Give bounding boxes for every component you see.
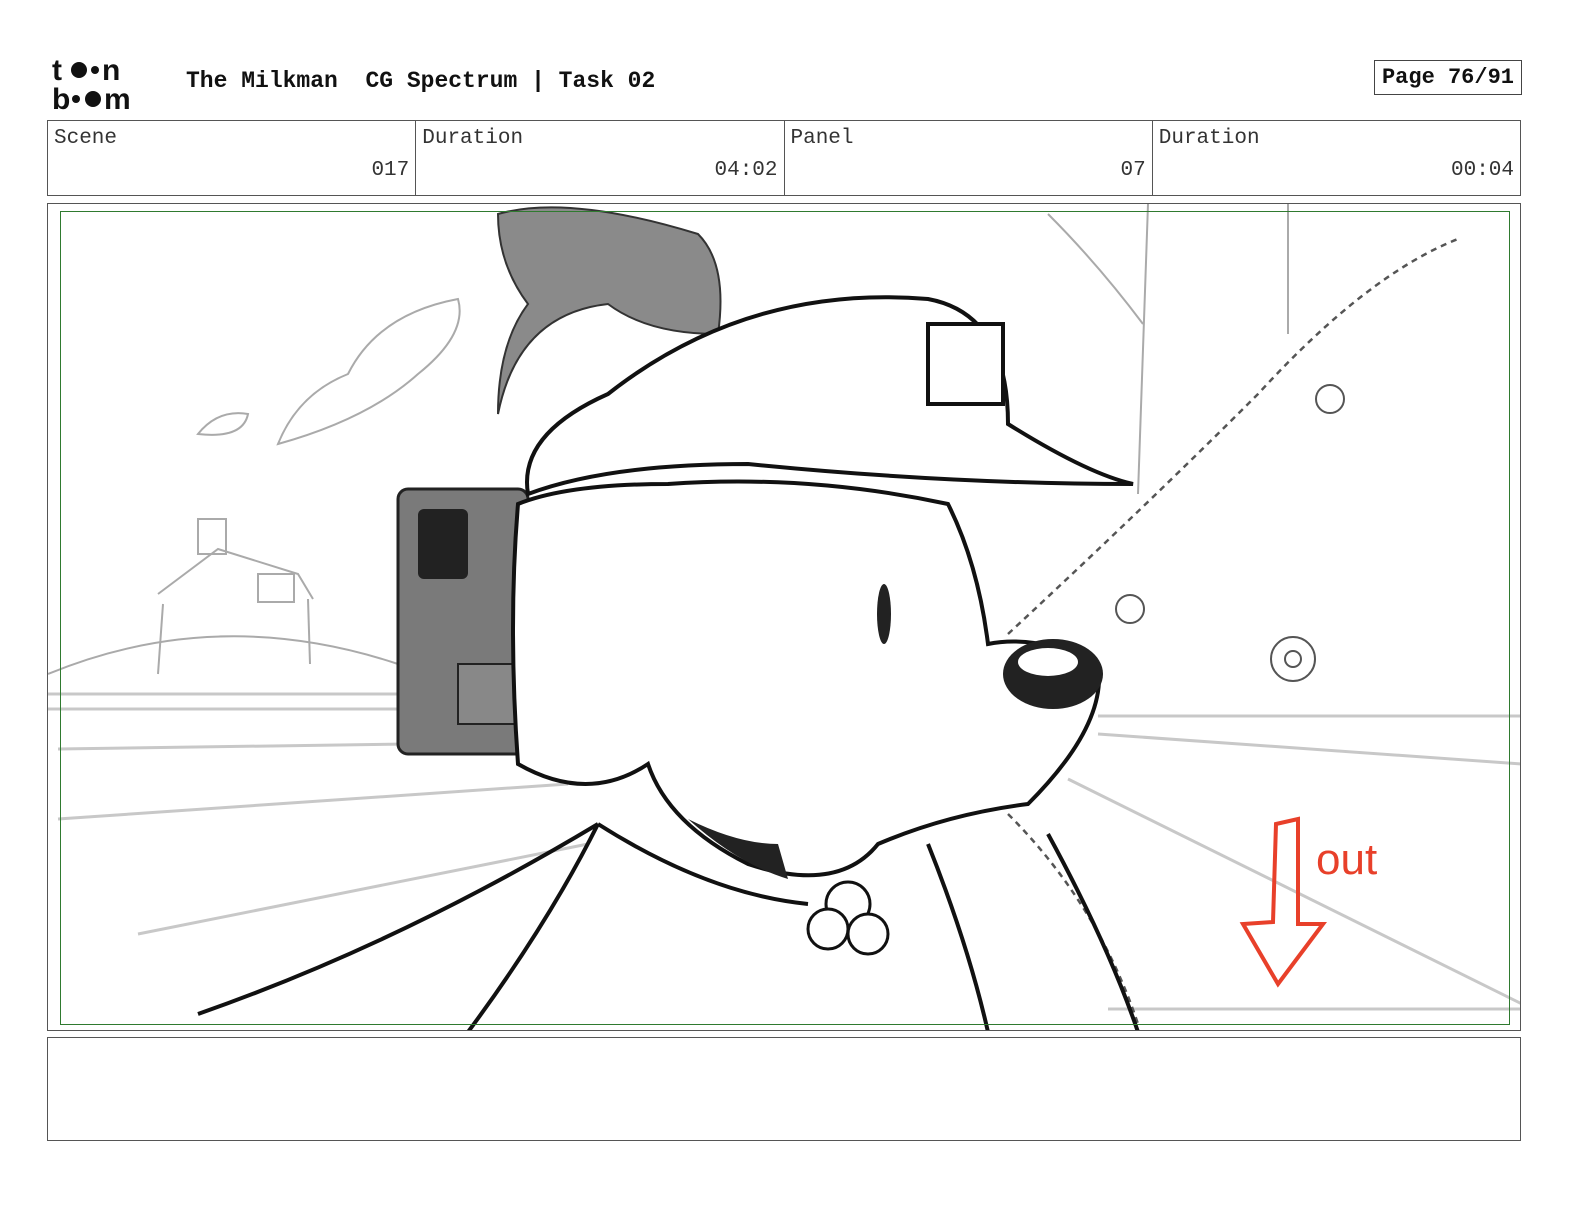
page-header: t n b m The Milkman CG Spectrum | Task 0… bbox=[48, 52, 1522, 114]
panel-info-table: Scene 017 Duration 04:02 Panel 07 Durati… bbox=[47, 120, 1521, 196]
svg-text:m: m bbox=[104, 83, 131, 112]
scene-label: Scene bbox=[54, 127, 118, 150]
arrow-down-icon bbox=[1239, 816, 1327, 988]
panel-label: Panel bbox=[790, 127, 854, 150]
storyboard-panel: out bbox=[47, 203, 1521, 1031]
panel-value: 07 bbox=[1120, 159, 1146, 182]
panel-duration-cell: Duration 00:04 bbox=[1153, 121, 1520, 195]
document-title: The Milkman CG Spectrum | Task 02 bbox=[186, 68, 655, 94]
panel-duration-value: 00:04 bbox=[1450, 159, 1514, 182]
scene-cell: Scene 017 bbox=[48, 121, 417, 195]
scene-duration-label: Duration bbox=[422, 127, 524, 150]
annotation-out: out bbox=[1316, 835, 1377, 884]
scene-duration-value: 04:02 bbox=[714, 159, 778, 182]
panel-cell: Panel 07 bbox=[785, 121, 1153, 195]
scene-duration-cell: Duration 04:02 bbox=[416, 121, 785, 195]
page-counter: Page 76/91 bbox=[1373, 60, 1522, 95]
scene-value: 017 bbox=[371, 159, 410, 182]
toon-boom-logo: t n b m bbox=[52, 54, 131, 112]
project-title: The Milkman bbox=[186, 68, 338, 94]
panel-notes bbox=[47, 1037, 1521, 1141]
svg-text:b: b bbox=[52, 83, 70, 112]
project-subtitle: CG Spectrum | Task 02 bbox=[365, 68, 656, 94]
panel-drawing: out bbox=[48, 204, 1520, 1030]
panel-duration-label: Duration bbox=[1158, 127, 1260, 150]
